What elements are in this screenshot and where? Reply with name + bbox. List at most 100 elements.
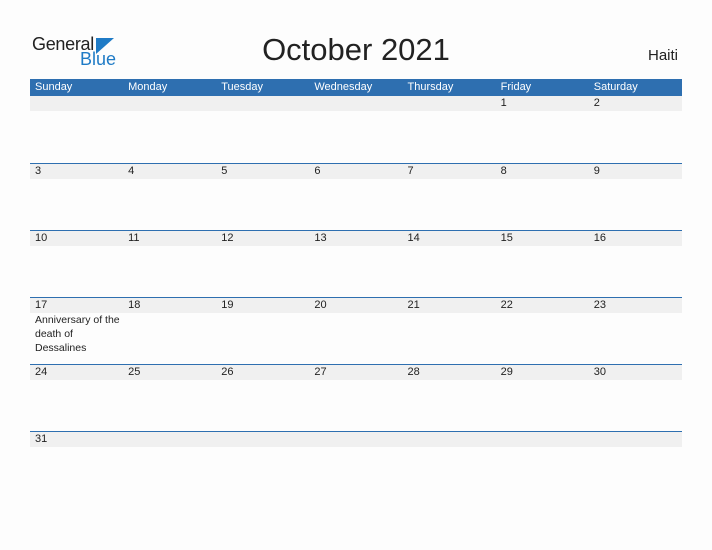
day-number: 2 [593,97,600,109]
day-cell: 17 Anniversary of the death of Dessalines [30,298,123,364]
day-cell: 3 [30,164,123,230]
day-cell: 11 [123,231,216,297]
day-cell: 22 [496,298,589,364]
day-number [221,96,309,111]
day-number [221,432,309,447]
day-cell: 12 [216,231,309,297]
day-cell [589,432,682,498]
day-number: 3 [35,165,42,177]
day-cell [309,432,402,498]
day-number [501,432,589,447]
day-cell [403,96,496,163]
day-number [314,96,402,111]
day-number: 1 [500,97,507,109]
day-cell: 4 [123,164,216,230]
day-cell: 31 [30,432,123,498]
day-cell: 1 [496,96,589,163]
day-cell: 16 [589,231,682,297]
day-cell [216,432,309,498]
day-cell: 24 [30,365,123,431]
day-number: 8 [500,165,507,177]
day-number: 22 [500,299,513,311]
day-number: 21 [407,299,420,311]
week-row: 31 [30,431,682,498]
weekday-sunday: Sunday [35,81,73,93]
day-number [314,432,402,447]
day-cell: 20 [309,298,402,364]
week-row: 10 11 12 13 14 15 16 [30,230,682,297]
day-cell: 6 [309,164,402,230]
day-cell [309,96,402,163]
day-cell: 2 [589,96,682,163]
day-cell: 8 [496,164,589,230]
day-number: 15 [500,232,513,244]
day-cell: 19 [216,298,309,364]
day-number: 26 [221,366,234,378]
day-number [408,96,496,111]
day-number: 20 [314,299,327,311]
day-number: 17 [35,299,48,311]
country-label: Haiti [647,47,678,64]
day-cell: 26 [216,365,309,431]
day-cell: 14 [403,231,496,297]
day-cell: 10 [30,231,123,297]
day-cell: 21 [403,298,496,364]
week-row: 12 [30,96,682,163]
day-number [128,96,216,111]
day-cell: 25 [123,365,216,431]
day-number: 24 [35,366,48,378]
day-cell: 29 [496,365,589,431]
day-cell [30,96,123,163]
day-number: 4 [128,165,135,177]
week-row: 24 25 26 27 28 29 30 [30,364,682,431]
day-number: 16 [593,232,606,244]
day-cell: 30 [589,365,682,431]
day-number: 28 [407,366,420,378]
day-cell: 27 [309,365,402,431]
day-number [408,432,496,447]
day-number [35,96,123,111]
day-cell [123,96,216,163]
page-title: October 2021 [262,32,450,67]
day-number: 6 [314,165,321,177]
day-cell: 15 [496,231,589,297]
day-number: 30 [593,366,606,378]
day-number: 25 [128,366,141,378]
day-cell: 28 [403,365,496,431]
weekday-header: Sunday Monday Tuesday Wednesday Thursday… [30,79,682,96]
day-number [128,432,216,447]
day-number: 27 [314,366,327,378]
day-number: 18 [128,299,141,311]
day-cell: 5 [216,164,309,230]
week-row: 17 Anniversary of the death of Dessalines… [30,297,682,364]
day-number: 14 [407,232,420,244]
day-number: 29 [500,366,513,378]
day-cell: 18 [123,298,216,364]
day-cell: 23 [589,298,682,364]
weekday-friday: Friday [500,81,532,93]
day-number: 23 [593,299,606,311]
calendar-grid: Sunday Monday Tuesday Wednesday Thursday… [30,79,682,498]
day-number: 11 [128,232,140,244]
day-cell [123,432,216,498]
weekday-tuesday: Tuesday [221,81,264,93]
weekday-thursday: Thursday [407,81,454,93]
day-number: 13 [314,232,327,244]
weekday-monday: Monday [128,81,168,93]
day-number: 10 [35,232,48,244]
day-number: 7 [407,165,414,177]
day-number: 9 [593,165,600,177]
day-cell: 13 [309,231,402,297]
day-number: 12 [221,232,234,244]
day-cell [216,96,309,163]
weekday-saturday: Saturday [593,81,638,93]
day-number: 19 [221,299,234,311]
week-row: 3 4 5 6 7 8 9 [30,163,682,230]
weekday-wednesday: Wednesday [314,81,373,93]
day-number: 5 [221,165,228,177]
day-cell [403,432,496,498]
day-number: 31 [35,433,48,445]
day-number [594,432,682,447]
day-cell [496,432,589,498]
holiday-event: Anniversary of the death of Dessalines [35,314,120,354]
